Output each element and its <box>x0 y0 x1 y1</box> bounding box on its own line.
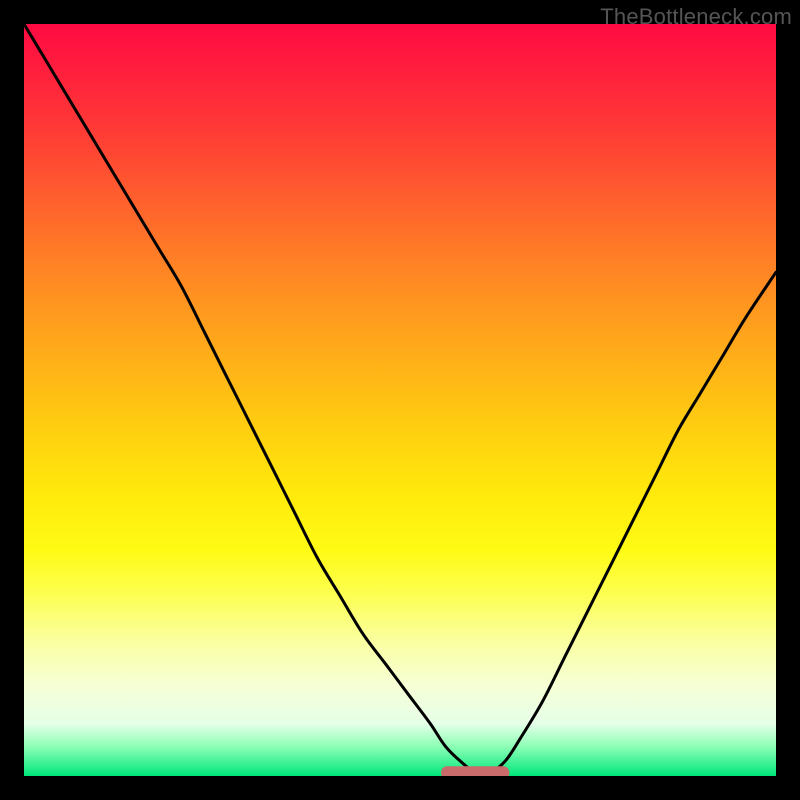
chart-frame: TheBottleneck.com <box>0 0 800 800</box>
curve-svg <box>24 24 776 776</box>
plot-area <box>24 24 776 776</box>
bottleneck-curve <box>24 24 776 774</box>
watermark-label: TheBottleneck.com <box>600 4 792 30</box>
trough-marker <box>441 766 509 776</box>
